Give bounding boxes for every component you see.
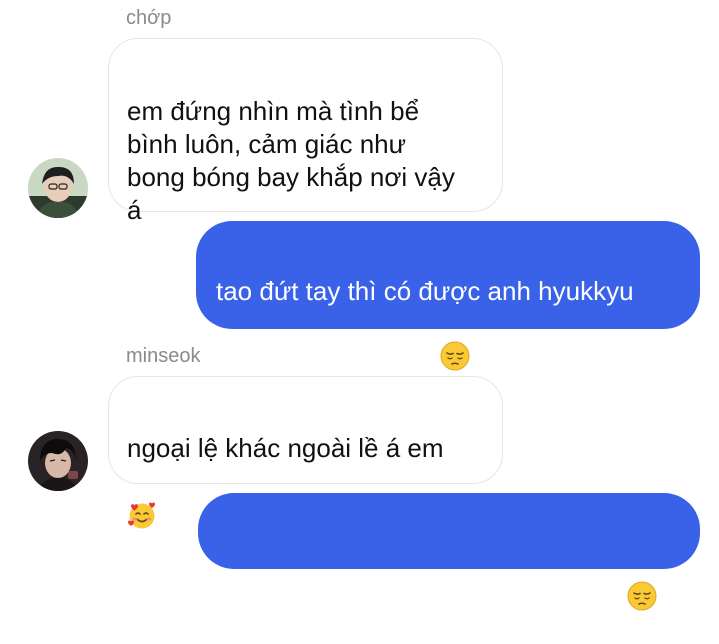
incoming-message-bubble[interactable]: ngoại lệ khác ngoài lề á em (108, 376, 503, 529)
avatar-chop-image (28, 158, 88, 218)
smiling-face-with-hearts-icon (127, 467, 157, 529)
sender-name-minseok: minseok (126, 345, 201, 367)
message-text: em đứng nhìn mà tình bể bình luôn, cảm g… (127, 96, 455, 225)
pensive-face-icon (627, 548, 657, 611)
message-text: ngoại lệ khác ngoài lề á em (127, 433, 444, 463)
outgoing-message-bubble[interactable]: ý là hem cần phải nói thẳng như dị (198, 493, 700, 636)
incoming-message-bubble[interactable]: em đứng nhìn mà tình bể bình luôn, cảm g… (108, 38, 503, 225)
avatar-minseok[interactable] (28, 431, 88, 491)
pensive-face-icon (440, 308, 470, 371)
avatar-chop[interactable] (28, 158, 88, 218)
sender-name-chop: chớp (126, 7, 172, 29)
message-text: ý là hem cần phải nói thẳng như dị (218, 606, 618, 636)
avatar-minseok-image (28, 431, 88, 491)
outgoing-message-bubble[interactable]: tao đứt tay thì có được anh hyukkyu lo l… (196, 221, 700, 396)
